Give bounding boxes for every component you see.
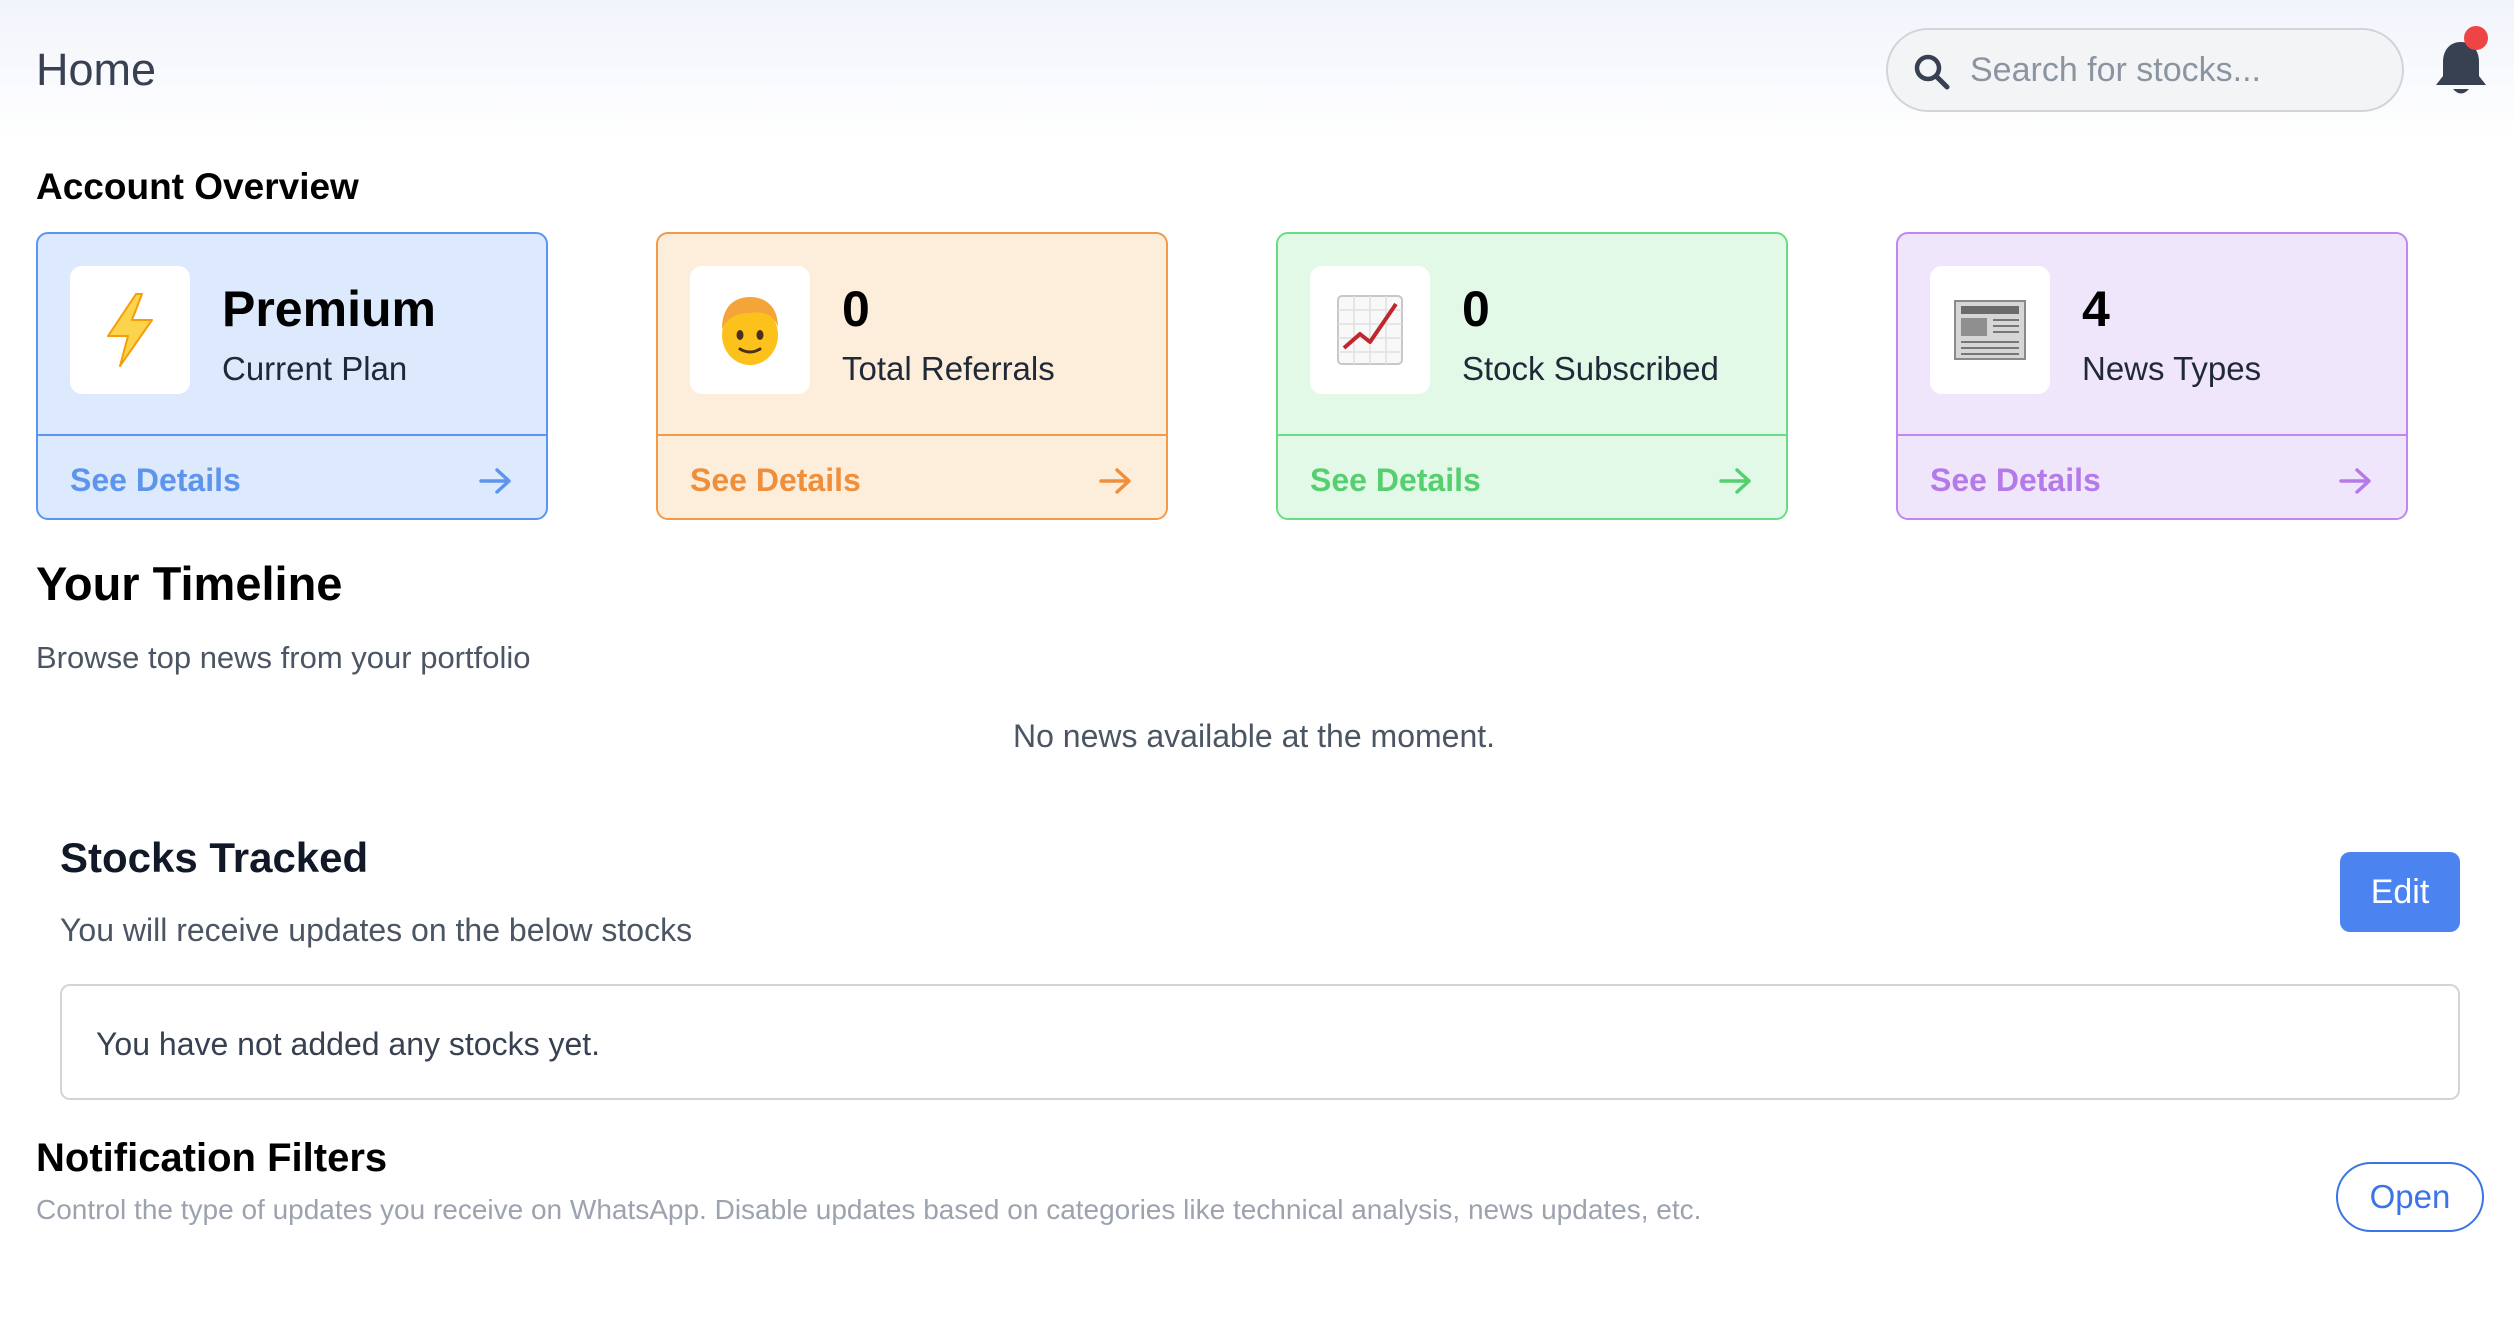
card-value: Premium bbox=[222, 281, 436, 337]
stock-subscribed-card: 0 Stock Subscribed See Details bbox=[1276, 232, 1788, 520]
open-button[interactable]: Open bbox=[2336, 1162, 2484, 1232]
card-icon-box bbox=[1310, 266, 1430, 394]
arrow-right-icon[interactable] bbox=[478, 466, 514, 496]
timeline-heading: Your Timeline bbox=[36, 557, 343, 610]
arrow-right-icon[interactable] bbox=[1098, 466, 1134, 496]
notification-badge bbox=[2464, 26, 2488, 50]
person-icon bbox=[722, 297, 778, 365]
card-icon-box bbox=[70, 266, 190, 394]
card-label: Current Plan bbox=[222, 350, 408, 387]
account-overview-heading: Account Overview bbox=[36, 166, 359, 207]
notification-filters-heading: Notification Filters bbox=[36, 1136, 388, 1180]
card-value: 4 bbox=[2082, 281, 2110, 337]
edit-button[interactable]: Edit bbox=[2340, 852, 2460, 932]
card-label: Stock Subscribed bbox=[1462, 350, 1719, 387]
see-details-link[interactable]: See Details bbox=[1930, 462, 2101, 499]
card-divider bbox=[658, 434, 1166, 436]
newspaper-icon bbox=[1954, 300, 2026, 360]
page-title: Home bbox=[36, 44, 157, 95]
stocks-tracked-heading: Stocks Tracked bbox=[60, 834, 369, 881]
see-details-link[interactable]: See Details bbox=[1310, 462, 1481, 499]
card-divider bbox=[1278, 434, 1786, 436]
search-box[interactable] bbox=[1886, 28, 2404, 112]
search-input[interactable] bbox=[1970, 30, 2380, 110]
notification-filters-description: Control the type of updates you receive … bbox=[36, 1194, 1702, 1225]
card-label: Total Referrals bbox=[842, 350, 1055, 387]
card-value: 0 bbox=[1462, 281, 1490, 337]
lightning-icon bbox=[107, 293, 153, 367]
card-value: 0 bbox=[842, 281, 870, 337]
timeline-empty-message: No news available at the moment. bbox=[0, 718, 2514, 755]
see-details-link[interactable]: See Details bbox=[70, 462, 241, 499]
chart-up-icon bbox=[1337, 295, 1403, 365]
stocks-empty-message: You have not added any stocks yet. bbox=[96, 1026, 601, 1062]
card-label: News Types bbox=[2082, 350, 2262, 387]
arrow-right-icon[interactable] bbox=[2338, 466, 2374, 496]
home-page: Home Account Overview Premium Current Pl… bbox=[0, 0, 2514, 1330]
see-details-link[interactable]: See Details bbox=[690, 462, 861, 499]
timeline-empty-text: No news available at the moment. bbox=[1012, 718, 1496, 754]
timeline-subheading: Browse top news from your portfolio bbox=[36, 640, 531, 675]
card-icon-box bbox=[690, 266, 810, 394]
card-divider bbox=[1898, 434, 2406, 436]
header-bar: Home bbox=[0, 0, 2514, 140]
current-plan-card: Premium Current Plan See Details bbox=[36, 232, 548, 520]
total-referrals-card: 0 Total Referrals See Details bbox=[656, 232, 1168, 520]
stocks-tracked-subheading: You will receive updates on the below st… bbox=[60, 912, 693, 948]
search-icon bbox=[1914, 54, 1950, 90]
card-divider bbox=[38, 434, 546, 436]
card-icon-box bbox=[1930, 266, 2050, 394]
news-types-card: 4 News Types See Details bbox=[1896, 232, 2408, 520]
arrow-right-icon[interactable] bbox=[1718, 466, 1754, 496]
stocks-empty-box: You have not added any stocks yet. bbox=[60, 984, 2460, 1100]
